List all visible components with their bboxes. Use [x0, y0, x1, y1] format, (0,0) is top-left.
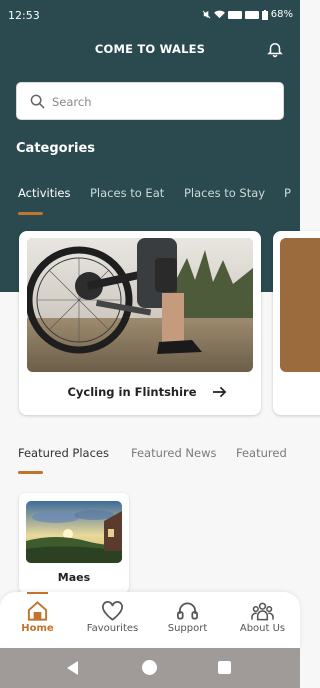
battery-percent: 68% — [270, 9, 293, 20]
nav-favourites-label: Favourites — [86, 623, 139, 634]
tab-featured-more[interactable]: Featured — [236, 446, 287, 460]
place-image — [26, 501, 122, 563]
nav-support[interactable]: Support — [150, 592, 225, 648]
mute-icon — [202, 10, 211, 19]
activity-card[interactable]: Cycling in Flintshire — [19, 231, 261, 415]
nav-about-us-label: About Us — [239, 623, 286, 634]
activity-image-next — [280, 238, 320, 372]
search-input[interactable] — [52, 92, 272, 112]
category-tabs: Activities Places to Eat Places to Stay … — [18, 186, 300, 216]
featured-tab-indicator — [18, 471, 43, 474]
heart-icon — [102, 601, 123, 621]
headset-icon — [177, 602, 198, 620]
status-bar: 12:53 68% — [0, 0, 300, 30]
nav-favourites[interactable]: Favourites — [75, 592, 150, 648]
nav-home-label: Home — [21, 623, 54, 634]
nav-home[interactable]: Home — [0, 592, 75, 648]
nav-support-label: Support — [167, 623, 208, 634]
nav-active-indicator — [27, 592, 48, 594]
signal-icon-2 — [244, 10, 259, 19]
active-tab-indicator — [18, 212, 43, 215]
status-time: 12:53 — [8, 9, 40, 22]
home-button-icon[interactable] — [142, 660, 157, 675]
place-card[interactable]: Maes — [19, 493, 129, 593]
arrow-right-icon[interactable] — [212, 385, 227, 399]
featured-tabs: Featured Places Featured News Featured — [18, 446, 300, 468]
categories-title: Categories — [16, 141, 96, 156]
system-navigation-bar — [0, 648, 300, 688]
cycling-photo — [27, 238, 253, 372]
app-title: COME TO WALES — [94, 42, 206, 56]
group-icon — [251, 602, 274, 621]
back-icon[interactable] — [67, 661, 78, 675]
recents-icon[interactable] — [218, 661, 231, 674]
nav-about-us[interactable]: About Us — [225, 592, 300, 648]
bell-icon[interactable] — [266, 40, 284, 58]
battery-icon — [261, 9, 268, 20]
home-icon — [27, 601, 48, 621]
activity-image — [27, 238, 253, 372]
status-icons: 68% — [202, 9, 293, 20]
tab-places-to-eat[interactable]: Places to Eat — [90, 186, 164, 200]
tab-featured-news[interactable]: Featured News — [131, 446, 217, 460]
tab-featured-places[interactable]: Featured Places — [18, 446, 109, 460]
place-photo — [26, 501, 122, 563]
tab-places-to-stay[interactable]: Places to Stay — [184, 186, 265, 200]
activity-card-next[interactable] — [273, 231, 320, 415]
place-title: Maes — [57, 571, 91, 584]
bottom-navigation: Home Favourites Support About Us — [0, 592, 300, 648]
signal-icon — [227, 10, 242, 19]
wifi-icon — [213, 10, 225, 19]
tab-activities[interactable]: Activities — [18, 186, 70, 200]
search-icon — [30, 94, 45, 109]
search-bar[interactable] — [16, 82, 284, 120]
tab-more[interactable]: P — [284, 186, 291, 200]
